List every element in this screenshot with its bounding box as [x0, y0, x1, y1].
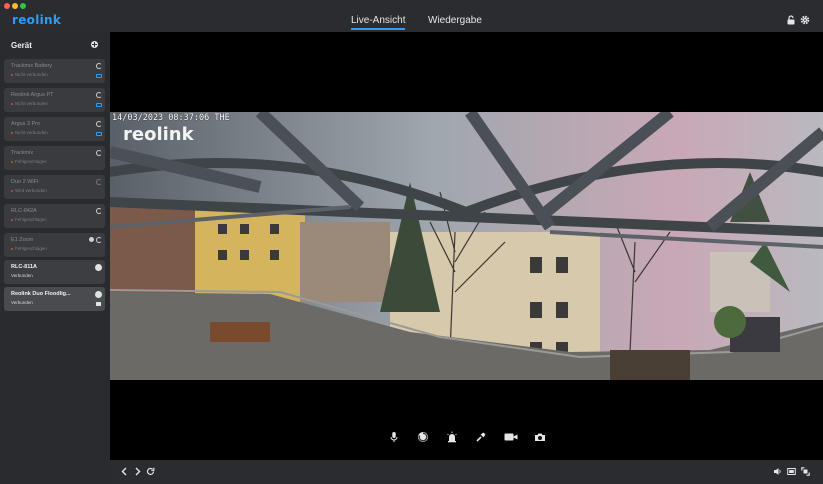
device-name: E1 Zoom — [11, 237, 34, 243]
device-name: Reolink Argus PT — [11, 92, 54, 98]
snapshot-icon[interactable] — [534, 431, 546, 443]
device-status: Fehlgeschlagen — [11, 217, 47, 222]
battery-icon — [96, 132, 102, 136]
device-name: RLC-842A — [11, 208, 37, 214]
ptz-icon[interactable] — [417, 431, 429, 443]
osd-watermark: reolink — [123, 124, 194, 145]
device-status: Nicht verbunden — [11, 101, 48, 106]
device-item-trackmix-battery[interactable]: Trackmix Battery Nicht verbunden — [4, 59, 105, 83]
window-close-button[interactable] — [4, 3, 10, 9]
device-status: Nicht verbunden — [11, 72, 48, 77]
lock-icon[interactable] — [786, 15, 796, 25]
device-item-e1-zoom[interactable]: E1 Zoom Fehlgeschlagen — [4, 233, 105, 257]
prev-icon[interactable] — [120, 467, 129, 476]
refresh-icon[interactable] — [96, 150, 102, 156]
window-minimize-button[interactable] — [12, 3, 18, 9]
camera-image — [110, 112, 823, 380]
camera-icon — [96, 302, 101, 306]
next-icon[interactable] — [133, 467, 142, 476]
device-name: Duo 2 WiFi — [11, 179, 39, 185]
settings-icon[interactable] — [89, 237, 94, 242]
window-zoom-button[interactable] — [20, 3, 26, 9]
device-status: Verbunden — [11, 273, 33, 278]
refresh-icon[interactable] — [96, 237, 102, 243]
device-name: Trackmix Battery — [11, 63, 53, 69]
sidebar-title: Gerät — [11, 41, 32, 50]
refresh-icon[interactable] — [96, 121, 102, 127]
device-name: Argus 3 Pro — [11, 121, 41, 127]
siren-icon[interactable] — [446, 431, 458, 443]
settings-icon[interactable] — [96, 292, 101, 297]
device-status: Fehlgeschlagen — [11, 159, 47, 164]
device-item-duo-floodlight[interactable]: Reolink Duo Floodlig... Verbunden — [4, 287, 105, 311]
tab-playback[interactable]: Wiedergabe — [428, 15, 482, 26]
device-status: Fehlgeschlagen — [11, 246, 47, 251]
device-name: Trackmix — [11, 150, 34, 156]
loading-icon — [96, 179, 102, 185]
record-icon[interactable] — [504, 431, 518, 443]
device-item-duo-2-wifi[interactable]: Duo 2 WiFi Wird verbunden — [4, 175, 105, 199]
device-item-argus-pt[interactable]: Reolink Argus PT Nicht verbunden — [4, 88, 105, 112]
refresh-icon[interactable] — [96, 92, 102, 98]
device-item-argus-3-pro[interactable]: Argus 3 Pro Nicht verbunden — [4, 117, 105, 141]
settings-icon[interactable] — [800, 15, 810, 25]
device-item-trackmix[interactable]: Trackmix Fehlgeschlagen — [4, 146, 105, 170]
title-bar: reolink Live-Ansicht Wiedergabe — [0, 0, 823, 32]
fullscreen-icon[interactable] — [801, 467, 810, 476]
device-item-rlc-811a[interactable]: RLC-811A Verbunden — [4, 260, 105, 284]
battery-icon — [96, 103, 102, 107]
device-status: Wird verbunden — [11, 188, 47, 193]
device-name: RLC-811A — [11, 264, 37, 270]
layout-icon[interactable] — [787, 467, 796, 476]
device-status: Nicht verbunden — [11, 130, 48, 135]
device-name: Reolink Duo Floodlig... — [11, 291, 71, 297]
tab-live-view[interactable]: Live-Ansicht — [351, 15, 406, 30]
device-sidebar: Gerät Trackmix Battery Nicht verbunden R… — [0, 32, 110, 484]
refresh-icon[interactable] — [96, 208, 102, 214]
app-logo: reolink — [12, 13, 62, 27]
device-status: Verbunden — [11, 300, 33, 305]
add-device-button[interactable] — [91, 41, 98, 48]
spotlight-icon[interactable] — [475, 431, 487, 443]
battery-icon — [96, 74, 102, 78]
camera-feed[interactable]: 14/03/2023 08:37:06 THE reolink — [110, 112, 823, 380]
microphone-icon[interactable] — [388, 431, 400, 443]
bottom-toolbar — [110, 460, 823, 484]
device-item-rlc-842a[interactable]: RLC-842A Fehlgeschlagen — [4, 204, 105, 228]
live-view-area: 14/03/2023 08:37:06 THE reolink — [110, 32, 823, 460]
refresh-icon[interactable] — [96, 63, 102, 69]
osd-timestamp: 14/03/2023 08:37:06 THE — [112, 113, 230, 123]
settings-icon[interactable] — [96, 265, 101, 270]
volume-icon[interactable] — [773, 467, 782, 476]
refresh-icon[interactable] — [146, 467, 155, 476]
